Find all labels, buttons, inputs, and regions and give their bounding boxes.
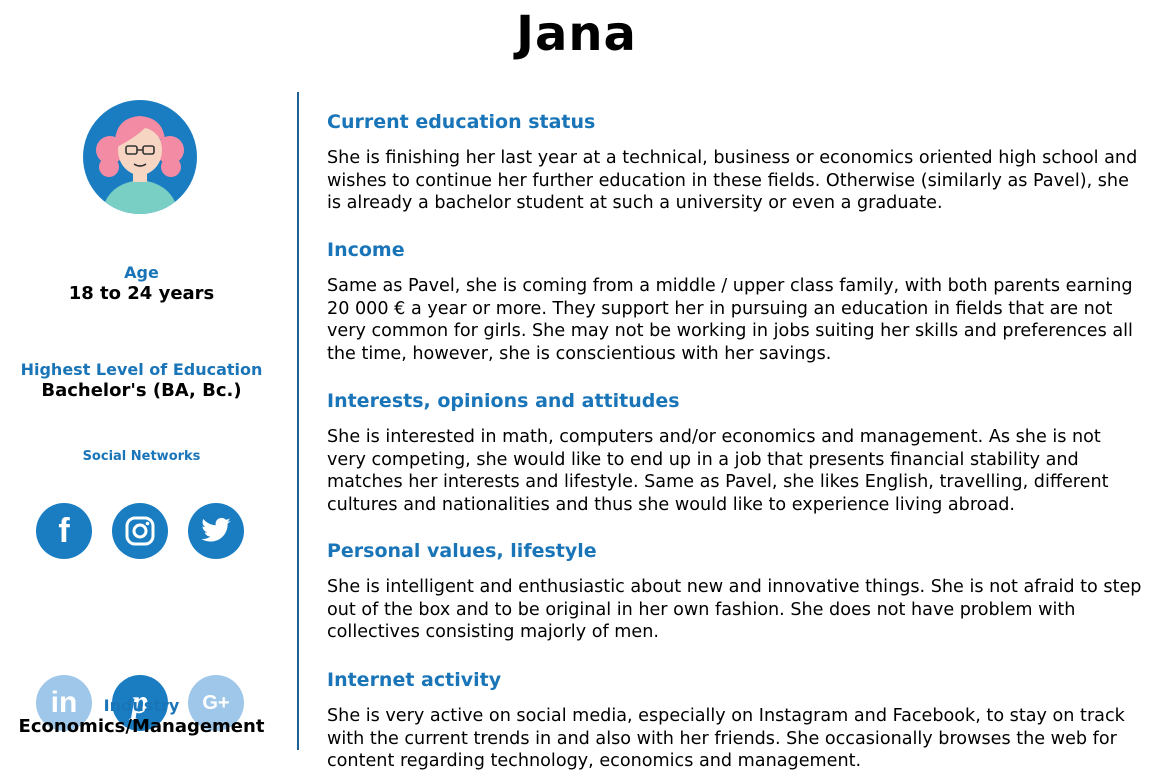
industry-value: Economics/Management <box>18 716 265 737</box>
education-stat: Highest Level of Education Bachelor's (B… <box>0 360 283 402</box>
section-text-income: Same as Pavel, she is coming from a midd… <box>327 276 1133 364</box>
section-text-internet: She is very active on social media, espe… <box>327 706 1125 771</box>
social-networks-label: Social Networks <box>82 449 201 464</box>
instagram-icon <box>112 503 168 559</box>
section-heading-values: Personal values, lifestyle <box>327 540 597 562</box>
industry-stat: Industry Economics/Management <box>0 696 283 738</box>
education-value: Bachelor's (BA, Bc.) <box>41 380 242 401</box>
avatar <box>83 100 197 214</box>
age-stat: Age 18 to 24 years <box>0 263 283 305</box>
section-heading-internet: Internet activity <box>327 669 502 691</box>
section-heading-education: Current education status <box>327 111 596 133</box>
industry-label: Industry <box>103 696 180 715</box>
column-divider <box>297 92 299 750</box>
section-text-values: She is intelligent and enthusiastic abou… <box>327 577 1142 642</box>
education-label: Highest Level of Education <box>20 360 263 379</box>
age-label: Age <box>124 263 159 282</box>
persona-name: Jana <box>516 6 637 62</box>
facebook-icon: f <box>36 503 92 559</box>
twitter-icon <box>188 503 244 559</box>
section-text-education: She is finishing her last year at a tech… <box>327 148 1138 213</box>
age-value: 18 to 24 years <box>68 283 215 304</box>
section-heading-income: Income <box>327 239 405 261</box>
persona-sidebar: Age 18 to 24 years Highest Level of Educ… <box>0 95 283 769</box>
section-heading-interests: Interests, opinions and attitudes <box>327 390 680 412</box>
section-text-interests: She is interested in math, computers and… <box>327 427 1109 515</box>
